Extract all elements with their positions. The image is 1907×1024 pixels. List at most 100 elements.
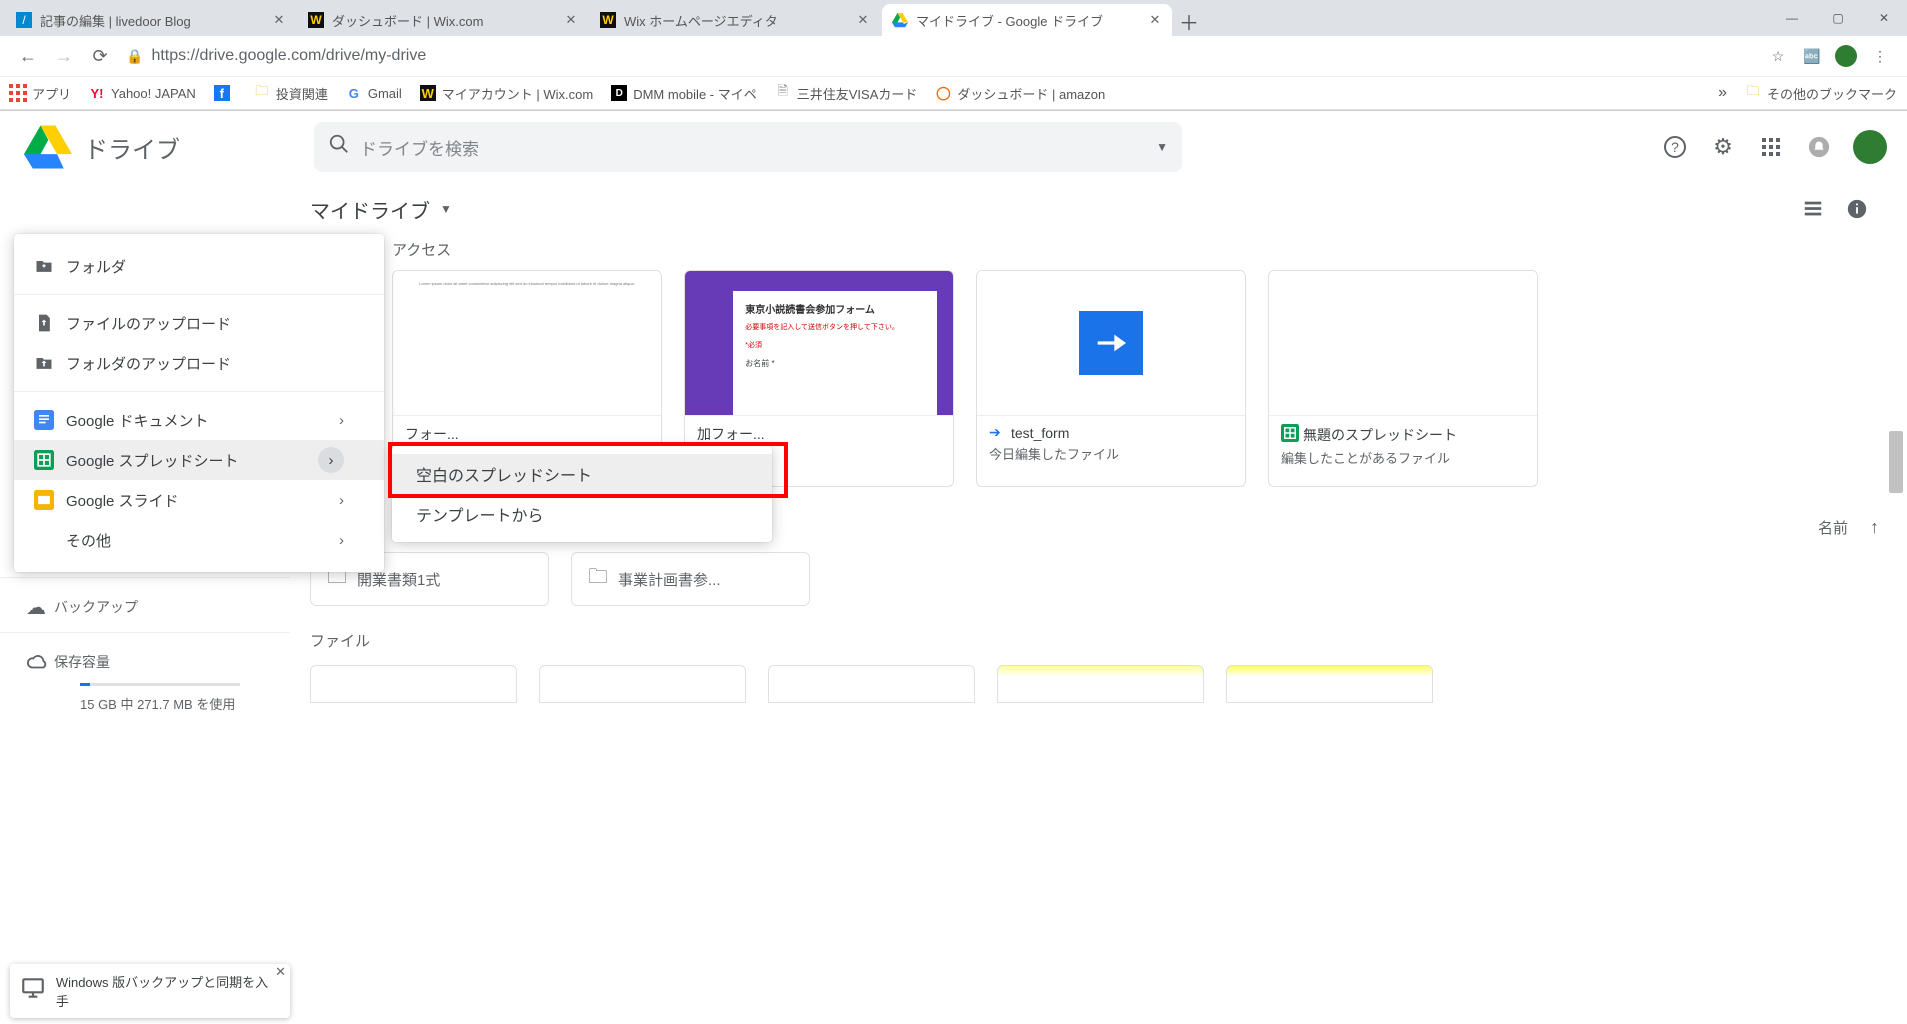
file-item[interactable] — [768, 665, 975, 703]
other-bookmarks[interactable]: 🗀 その他のブックマーク — [1745, 84, 1897, 103]
maximize-icon[interactable]: ▢ — [1815, 0, 1861, 36]
quick-card[interactable]: 無題のスプレッドシート 編集したことがあるファイル — [1268, 270, 1538, 487]
back-icon[interactable]: ← — [10, 38, 46, 74]
scrollbar-thumb[interactable] — [1889, 431, 1903, 493]
star-icon[interactable]: ☆ — [1761, 39, 1795, 73]
bell-icon[interactable] — [1795, 123, 1843, 171]
drive-brand[interactable]: ドライブ — [0, 125, 314, 169]
sheets-icon — [34, 450, 66, 470]
sidebar-item-storage[interactable]: 保存容量 — [0, 632, 290, 683]
file-item[interactable] — [539, 665, 746, 703]
gear-icon[interactable]: ⚙ — [1699, 123, 1747, 171]
bookmark-item[interactable]: f — [214, 85, 236, 101]
bookmark-item[interactable]: Y! Yahoo! JAPAN — [89, 85, 196, 101]
tab-title: マイドライブ - Google ドライブ — [916, 11, 1142, 30]
bookmark-item[interactable]: G Gmail — [346, 85, 402, 101]
info-icon[interactable] — [1835, 187, 1879, 231]
menu-item-folder[interactable]: フォルダ — [14, 246, 384, 286]
close-icon[interactable]: ✕ — [275, 964, 286, 980]
profile-icon[interactable] — [1829, 39, 1863, 73]
browser-tab-active[interactable]: マイドライブ - Google ドライブ ✕ — [882, 4, 1172, 36]
bookmark-label: その他のブックマーク — [1767, 84, 1897, 103]
bookmark-item[interactable]: 🗀 投資関連 — [254, 84, 328, 103]
help-icon[interactable]: ? — [1651, 123, 1699, 171]
browser-tab[interactable]: W ダッシュボード | Wix.com ✕ — [298, 4, 588, 36]
sheets-submenu: 空白のスプレッドシート テンプレートから — [392, 446, 772, 542]
new-tab-button[interactable]: ＋ — [1174, 6, 1204, 36]
menu-icon[interactable]: ⋮ — [1863, 39, 1897, 73]
site-icon: G — [346, 85, 362, 101]
bookmark-label: ダッシュボード | amazon — [957, 84, 1105, 103]
brand-text: ドライブ — [84, 130, 180, 165]
submenu-item-blank[interactable]: 空白のスプレッドシート — [392, 454, 772, 494]
menu-item-more[interactable]: その他 › — [14, 520, 384, 560]
bookmark-item[interactable]: 🗎 三井住友VISAカード — [775, 84, 918, 103]
bookmark-label: アプリ — [32, 84, 71, 103]
favicon-icon: W — [600, 12, 616, 28]
cloud-icon: ☁ — [26, 595, 54, 620]
breadcrumb[interactable]: マイドライブ — [310, 195, 430, 224]
chevron-down-icon[interactable]: ▼ — [1156, 140, 1168, 154]
search-box[interactable]: ドライブを検索 ▼ — [314, 122, 1182, 172]
account-avatar[interactable] — [1853, 130, 1887, 164]
apps-grid-icon[interactable] — [1747, 123, 1795, 171]
address-bar[interactable]: https://drive.google.com/drive/my-drive — [151, 47, 1761, 65]
bookmark-item[interactable]: D DMM mobile - マイペ — [611, 84, 757, 103]
menu-label: Google スライド — [66, 490, 179, 511]
arrow-right-icon — [1079, 311, 1143, 375]
bookmark-item[interactable]: W マイアカウント | Wix.com — [420, 84, 593, 103]
sort-label[interactable]: 名前 — [1818, 517, 1848, 538]
card-name: test_form — [1011, 425, 1069, 441]
close-icon[interactable]: ✕ — [1148, 12, 1162, 28]
sidebar-label: バックアップ — [54, 597, 138, 617]
browser-tab[interactable]: W Wix ホームページエディタ ✕ — [590, 4, 880, 36]
section-quick-access: アクセス — [392, 239, 1879, 260]
new-menu: フォルダ ファイルのアップロード フォルダのアップロード Google ドキュメ… — [14, 234, 384, 572]
file-item[interactable] — [997, 665, 1204, 703]
browser-tab[interactable]: / 記事の編集 | livedoor Blog ✕ — [6, 4, 296, 36]
folder-item[interactable]: 🗀 事業計画書参... — [571, 552, 810, 606]
close-icon[interactable]: ✕ — [856, 12, 870, 28]
minimize-icon[interactable]: — — [1769, 0, 1815, 36]
file-item[interactable] — [1226, 665, 1433, 703]
folder-icon: 🗀 — [1745, 85, 1761, 101]
bookmark-label: マイアカウント | Wix.com — [442, 84, 593, 103]
arrow-up-icon[interactable]: ↑ — [1870, 517, 1879, 538]
reload-icon[interactable]: ⟳ — [82, 38, 118, 74]
quick-card[interactable]: ➔ test_form 今日編集したファイル — [976, 270, 1246, 487]
bookmark-label: Gmail — [368, 86, 402, 101]
sidebar-item-backup[interactable]: ☁ バックアップ — [0, 577, 290, 628]
menu-item-slides[interactable]: Google スライド › — [14, 480, 384, 520]
chevron-right-icon: › — [315, 532, 344, 549]
backup-sync-toast[interactable]: Windows 版バックアップと同期を入手 ✕ — [10, 964, 290, 1018]
docs-icon — [34, 410, 66, 430]
card-thumb: Lorem ipsum dolor sit amet consectetur a… — [393, 271, 661, 415]
site-icon: D — [611, 85, 627, 101]
folder-icon: 🗀 — [254, 85, 270, 101]
close-window-icon[interactable]: ✕ — [1861, 0, 1907, 36]
menu-item-docs[interactable]: Google ドキュメント › — [14, 400, 384, 440]
submenu-label: テンプレートから — [416, 502, 544, 526]
chevron-down-icon[interactable]: ▼ — [440, 202, 452, 216]
menu-item-sheets[interactable]: Google スプレッドシート › — [14, 440, 384, 480]
close-icon[interactable]: ✕ — [564, 12, 578, 28]
translate-icon[interactable]: 🔤 — [1795, 39, 1829, 73]
bookmarks-bar: アプリ Y! Yahoo! JAPAN f 🗀 投資関連 G Gmail W マ… — [0, 76, 1907, 110]
menu-item-file-upload[interactable]: ファイルのアップロード — [14, 303, 384, 343]
tab-title: Wix ホームページエディタ — [624, 11, 850, 30]
close-icon[interactable]: ✕ — [272, 12, 286, 28]
submenu-label: 空白のスプレッドシート — [416, 462, 592, 486]
bookmark-apps[interactable]: アプリ — [10, 84, 71, 103]
menu-item-folder-upload[interactable]: フォルダのアップロード — [14, 343, 384, 383]
form-preview-note: 必要事項を記入して送信ボタンを押して下さい。 — [745, 322, 925, 332]
bookmark-label: 三井住友VISAカード — [797, 84, 918, 103]
search-placeholder: ドライブを検索 — [360, 135, 479, 160]
file-item[interactable] — [310, 665, 517, 703]
window-controls: — ▢ ✕ — [1769, 0, 1907, 36]
drive-header: ドライブ ドライブを検索 ▼ ? ⚙ — [0, 111, 1907, 183]
overflow-icon[interactable]: » — [1718, 84, 1727, 102]
bookmark-item[interactable]: ◯ ダッシュボード | amazon — [935, 84, 1105, 103]
drive-content: マイドライブ ▼ アクセス — [290, 183, 1907, 703]
submenu-item-template[interactable]: テンプレートから — [392, 494, 772, 534]
list-view-icon[interactable] — [1791, 187, 1835, 231]
